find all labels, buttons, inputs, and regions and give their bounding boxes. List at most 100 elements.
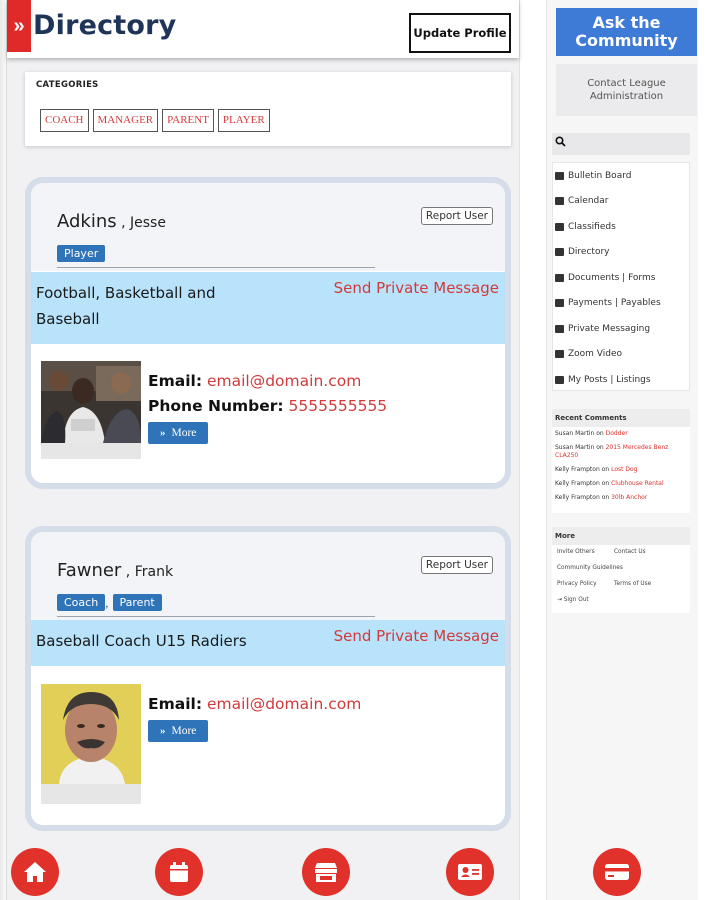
recent-comment: Kelly Frampton on Clubhouse Rental — [552, 477, 690, 491]
page-title: Directory — [33, 10, 177, 41]
name-separator: , — [125, 564, 131, 580]
member-name: Adkins , Jesse — [57, 211, 166, 232]
member-tagline: Football, Basketball and Baseball — [36, 284, 216, 328]
chat-icon — [555, 324, 564, 333]
video-icon — [555, 350, 564, 359]
member-first-name: Jesse — [130, 215, 166, 231]
calendar-nav-button[interactable] — [155, 848, 203, 896]
sidebar-item-label: Zoom Video — [568, 349, 623, 360]
sidebar-item-bulletin-board[interactable]: Bulletin Board — [553, 163, 689, 189]
name-separator: , — [121, 215, 126, 231]
comment-on-label: on — [601, 466, 610, 473]
role-badge-player[interactable]: Player — [57, 245, 106, 262]
sidebar-item-documents-forms[interactable]: Documents | Forms — [553, 265, 689, 291]
report-user-button[interactable]: Report User — [420, 207, 493, 225]
sign-out-label: Sign Out — [563, 597, 589, 603]
category-chip-parent[interactable]: PARENT — [162, 109, 214, 132]
sidebar-item-label: Bulletin Board — [568, 170, 632, 181]
send-private-message-link[interactable]: Send Private Message — [334, 280, 499, 296]
comment-author: Kelly Frampton — [555, 466, 600, 473]
member-photo[interactable] — [41, 684, 141, 784]
member-contact: Email: email@domain.com Phone Number: 55… — [148, 369, 387, 444]
category-chip-manager[interactable]: MANAGER — [92, 109, 159, 132]
sidebar-item-label: Private Messaging — [568, 323, 651, 334]
sidebar-item-directory[interactable]: Directory — [553, 240, 689, 266]
recent-comments-heading: Recent Comments — [552, 409, 690, 427]
credit-card-icon — [605, 864, 629, 880]
email-link[interactable]: email@domain.com — [207, 372, 361, 390]
sidebar-item-classifieds[interactable]: Classifieds — [553, 214, 689, 240]
comment-on-label: on — [601, 480, 610, 487]
store-nav-button[interactable] — [302, 848, 350, 896]
sidebar-item-label: Directory — [568, 247, 610, 258]
more-heading: More — [552, 527, 690, 545]
email-label: Email: — [148, 695, 203, 713]
directory-page: » Directory Update Profile CATEGORIES CO… — [0, 0, 721, 900]
more-button-label: More — [171, 427, 197, 439]
store-icon — [315, 863, 337, 882]
member-card-header: Fawner , Frank Report User Coach , Paren… — [31, 532, 505, 620]
newspaper-icon — [555, 171, 564, 180]
recent-comment: Kelly Frampton on Lost Dog — [552, 463, 690, 477]
role-badge-coach[interactable]: Coach — [57, 594, 106, 611]
sign-out-link[interactable]: ⇥ Sign Out — [557, 597, 589, 603]
comment-target-link[interactable]: Lost Dog — [611, 466, 637, 473]
sidebar-search-input[interactable] — [552, 133, 690, 155]
comment-on-label: on — [596, 444, 604, 451]
comment-target-link[interactable]: Clubhouse Rental — [611, 480, 664, 487]
update-profile-button[interactable]: Update Profile — [409, 13, 511, 53]
community-guidelines-link[interactable]: Community Guidelines — [557, 565, 623, 571]
comment-target-link[interactable]: 30lb Anchor — [611, 494, 647, 501]
member-summary-band: Baseball Coach U15 Radiers Send Private … — [31, 620, 505, 666]
header-divider — [57, 267, 375, 268]
categories-heading: CATEGORIES — [36, 80, 99, 90]
payments-nav-button[interactable] — [593, 848, 641, 896]
sidebar-item-payments-payables[interactable]: Payments | Payables — [553, 291, 689, 317]
phone-link[interactable]: 5555555555 — [289, 397, 388, 415]
sidebar-item-label: Payments | Payables — [568, 298, 661, 309]
sidebar-item-zoom-video[interactable]: Zoom Video — [553, 342, 689, 368]
invite-others-link[interactable]: Invite Others — [557, 549, 595, 555]
document-icon — [555, 273, 564, 282]
email-row: Email: email@domain.com — [148, 369, 387, 394]
comment-author: Susan Martin — [555, 444, 595, 451]
comment-target-link[interactable]: Dodder — [606, 430, 628, 437]
credit-card-icon — [555, 299, 564, 308]
send-private-message-link[interactable]: Send Private Message — [334, 628, 499, 644]
report-user-button[interactable]: Report User — [420, 556, 493, 574]
calendar-icon — [170, 862, 188, 882]
member-photo[interactable] — [41, 361, 141, 443]
category-filter-list: COACH MANAGER PARENT PLAYER — [40, 109, 270, 132]
contact-league-administration-button[interactable]: Contact League Administration — [556, 64, 697, 116]
more-button[interactable]: » More — [148, 720, 209, 742]
menu-toggle-button[interactable]: » — [7, 0, 31, 52]
sidebar-item-label: Calendar — [568, 196, 609, 207]
phone-label: Phone Number: — [148, 397, 284, 415]
header-divider — [57, 616, 375, 617]
privacy-policy-link[interactable]: Privacy Policy — [557, 581, 597, 587]
shop-icon — [555, 222, 564, 231]
category-chip-player[interactable]: PLAYER — [217, 109, 270, 132]
search-icon — [555, 136, 566, 147]
ask-the-community-button[interactable]: Ask the Community — [556, 8, 697, 56]
member-roles: Player — [57, 245, 106, 262]
member-last-name: Adkins — [57, 211, 117, 232]
member-first-name: Frank — [134, 564, 174, 580]
sidebar-item-calendar[interactable]: Calendar — [553, 189, 689, 215]
terms-of-use-link[interactable]: Terms of Use — [614, 581, 651, 587]
member-tagline: Baseball Coach U15 Radiers — [36, 632, 247, 650]
directory-nav-button[interactable] — [446, 848, 494, 896]
home-nav-button[interactable] — [11, 848, 59, 896]
recent-comment: Kelly Frampton on 30lb Anchor — [552, 491, 690, 505]
category-chip-coach[interactable]: COACH — [40, 109, 89, 132]
contact-us-link[interactable]: Contact Us — [614, 549, 646, 555]
comment-on-label: on — [601, 494, 610, 501]
more-button[interactable]: » More — [148, 422, 209, 444]
recent-comment: Susan Martin on Dodder — [552, 427, 690, 441]
contact-card-icon — [458, 864, 482, 880]
calendar-icon — [555, 197, 564, 206]
sidebar-item-my-posts-listings[interactable]: My Posts | Listings — [553, 367, 689, 393]
sidebar-item-private-messaging[interactable]: Private Messaging — [553, 316, 689, 342]
email-link[interactable]: email@domain.com — [207, 695, 361, 713]
role-badge-parent[interactable]: Parent — [112, 594, 162, 611]
